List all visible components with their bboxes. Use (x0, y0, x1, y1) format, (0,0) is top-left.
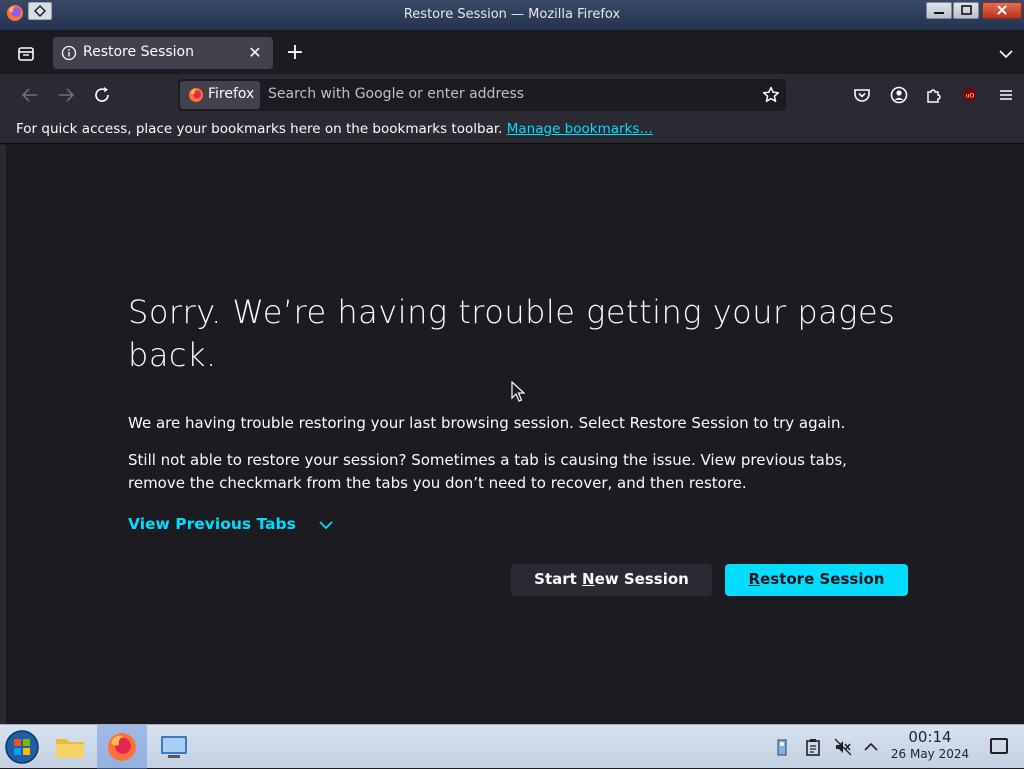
bookmarks-toolbar: For quick access, place your bookmarks h… (0, 116, 1024, 144)
back-arrow-icon[interactable] (18, 83, 42, 107)
mouse-pointer-icon (511, 381, 525, 402)
chevron-down-icon (319, 521, 333, 530)
manage-bookmarks-link[interactable]: Manage bookmarks… (507, 121, 653, 137)
clipboard-icon[interactable] (803, 737, 823, 757)
address-bar[interactable]: Firefox Search with Google or enter addr… (178, 79, 786, 111)
maximize-button[interactable] (953, 2, 979, 19)
start-new-session-accesskey: N (582, 570, 595, 588)
taskbar-file-manager[interactable] (45, 725, 95, 769)
close-window-button[interactable] (982, 2, 1022, 19)
pocket-icon[interactable] (850, 83, 874, 107)
reload-icon[interactable] (90, 83, 114, 107)
chevron-up-icon[interactable] (861, 737, 881, 757)
view-previous-tabs-label: View Previous Tabs (128, 515, 296, 533)
restore-session-accesskey: R (748, 570, 761, 588)
start-new-session-label-part: Start (534, 570, 583, 588)
restore-session-label-rest: estore Session (760, 570, 885, 588)
start-new-session-button[interactable]: Start New Session (511, 564, 712, 596)
bookmark-star-icon[interactable] (760, 84, 782, 106)
show-desktop-button[interactable] (990, 738, 1008, 754)
clock[interactable]: 00:14 26 May 2024 (888, 729, 972, 762)
forward-arrow-icon[interactable] (54, 83, 78, 107)
volume-muted-icon[interactable] (833, 737, 853, 757)
folder-icon (56, 739, 84, 758)
clock-time: 00:14 (908, 728, 952, 746)
taskbar-system-settings[interactable] (149, 725, 199, 769)
close-tab-icon[interactable]: ✕ (245, 43, 265, 63)
account-icon[interactable] (887, 83, 911, 107)
view-previous-tabs-toggle[interactable]: View Previous Tabs (128, 515, 333, 533)
clock-date: 26 May 2024 (890, 747, 970, 761)
page-content: Sorry. We’re having trouble getting your… (0, 145, 1024, 724)
tab-restore-session[interactable]: Restore Session ✕ (53, 37, 273, 69)
extensions-puzzle-icon[interactable] (922, 83, 946, 107)
navigation-toolbar: Firefox Search with Google or enter addr… (0, 74, 1024, 116)
hamburger-menu-icon[interactable] (994, 83, 1018, 107)
taskbar: 00:14 26 May 2024 (0, 724, 1024, 769)
restore-description: We are having trouble restoring your las… (128, 414, 846, 432)
bookmarks-empty-message: For quick access, place your bookmarks h… (16, 121, 653, 137)
start-new-session-label-rest: ew Session (594, 570, 689, 588)
taskbar-firefox[interactable] (97, 725, 147, 769)
minimize-button[interactable] (926, 2, 952, 19)
ublock-origin-icon[interactable]: uO (958, 83, 982, 107)
start-menu-orb-icon[interactable] (4, 729, 40, 765)
firefox-logo-icon (189, 88, 203, 102)
restore-session-button[interactable]: Restore Session (725, 564, 908, 596)
identity-label: Firefox (208, 86, 255, 102)
klipper-clipboard-icon[interactable] (772, 737, 792, 757)
new-tab-button[interactable]: + (283, 42, 307, 66)
page-title: Sorry. We’re having trouble getting your… (128, 293, 896, 374)
identity-box[interactable]: Firefox (180, 81, 260, 109)
list-all-tabs-chevron-icon[interactable] (994, 42, 1018, 66)
bookmarks-message-text: For quick access, place your bookmarks h… (16, 121, 503, 137)
window-titlebar: Restore Session — Mozilla Firefox (0, 0, 1024, 30)
info-icon (61, 45, 77, 61)
tab-label: Restore Session (83, 44, 194, 60)
url-input[interactable]: Search with Google or enter address (268, 86, 524, 102)
restore-hint: Still not able to restore your session? … (128, 451, 847, 492)
firefox-view-icon[interactable] (12, 42, 40, 66)
system-settings-icon (161, 736, 187, 758)
svg-text:uO: uO (966, 93, 975, 100)
tab-strip: Restore Session ✕ + (0, 30, 1024, 74)
firefox-icon (108, 733, 136, 761)
window-title: Restore Session — Mozilla Firefox (403, 7, 621, 22)
